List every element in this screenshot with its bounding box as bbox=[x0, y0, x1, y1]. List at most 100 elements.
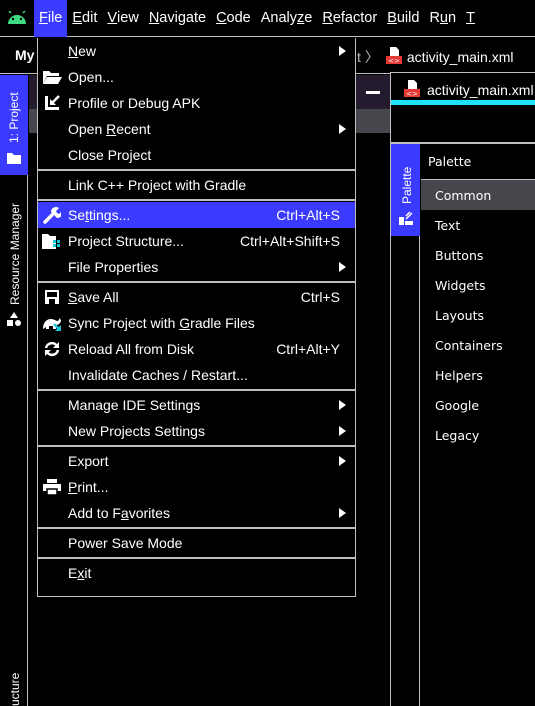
menu-item-shortcut: Ctrl+Alt+Y bbox=[276, 341, 340, 357]
menu-item-label: Add to Favorites bbox=[68, 505, 170, 521]
menu-edit[interactable]: Edit bbox=[67, 0, 102, 37]
palette-tool-strip: Palette bbox=[391, 144, 420, 706]
menu-item-label: Export bbox=[68, 453, 109, 469]
project-structure-icon bbox=[41, 231, 63, 251]
palette-title: Palette bbox=[421, 144, 535, 180]
minus-icon bbox=[366, 90, 380, 94]
menu-code[interactable]: Code bbox=[211, 0, 256, 37]
menu-item-label: Invalidate Caches / Restart... bbox=[68, 367, 248, 383]
menu-item-shortcut: Ctrl+Alt+S bbox=[276, 207, 340, 223]
menu-item-profile-or-debug-apk[interactable]: Profile or Debug APK bbox=[38, 90, 355, 116]
editor-tab-label: activity_main.xml bbox=[427, 81, 534, 98]
palette-category-layouts[interactable]: Layouts bbox=[421, 300, 535, 330]
menu-file[interactable]: File bbox=[34, 0, 68, 37]
palette-category-list: Common Text Buttons Widgets Layouts Container… bbox=[421, 180, 535, 450]
menu-run[interactable]: Run bbox=[424, 0, 461, 37]
menu-refactor[interactable]: Refactor bbox=[317, 0, 382, 37]
import-arrow-icon bbox=[41, 93, 63, 113]
submenu-arrow-icon bbox=[339, 508, 346, 518]
menu-item-label: Open Recent bbox=[68, 121, 151, 137]
menu-item-save-all[interactable]: Save All Ctrl+S bbox=[38, 284, 355, 310]
menu-analyze[interactable]: Analy z e bbox=[256, 0, 318, 37]
main-menubar: File Edit View Navigate Code Analy z e Refactor B… bbox=[0, 0, 535, 37]
menu-item-print[interactable]: Print... bbox=[38, 474, 355, 500]
menu-item-link-c-project-with-gradle[interactable]: Link C++ Project with Gradle bbox=[38, 172, 355, 198]
resource-manager-icon bbox=[6, 311, 22, 330]
menu-item-new[interactable]: New bbox=[38, 38, 355, 64]
project-tool-tab[interactable]: 1: Project bbox=[0, 75, 28, 175]
menu-item-exit[interactable]: Exit bbox=[38, 560, 355, 586]
menu-item-project-structure[interactable]: Project Structure... Ctrl+Alt+Shift+S bbox=[38, 228, 355, 254]
menu-item-label: Sync Project with Gradle Files bbox=[68, 315, 255, 331]
project-name[interactable]: My bbox=[15, 47, 34, 63]
submenu-arrow-icon bbox=[339, 262, 346, 272]
gradle-sync-icon bbox=[41, 313, 63, 333]
submenu-arrow-icon bbox=[339, 426, 346, 436]
palette-category-text[interactable]: Text bbox=[421, 210, 535, 240]
collapse-panel-button[interactable] bbox=[356, 75, 390, 109]
palette-category-buttons[interactable]: Buttons bbox=[421, 240, 535, 270]
menu-item-settings[interactable]: Settings... Ctrl+Alt+S bbox=[38, 202, 355, 228]
printer-icon bbox=[41, 477, 63, 497]
palette-icon bbox=[399, 211, 413, 228]
palette-tool-tab[interactable]: Palette bbox=[391, 144, 420, 236]
menu-item-new-projects-settings[interactable]: New Projects Settings bbox=[38, 418, 355, 444]
menu-view[interactable]: View bbox=[102, 0, 143, 37]
menu-item-file-properties[interactable]: File Properties bbox=[38, 254, 355, 280]
palette-category-google[interactable]: Google bbox=[421, 390, 535, 420]
structure-tab[interactable]: ucture bbox=[8, 673, 22, 706]
menu-build[interactable]: Build bbox=[382, 0, 424, 37]
menu-t[interactable]: T bbox=[461, 0, 480, 37]
palette-panel: Palette Common Text Buttons Widgets Layouts C… bbox=[421, 144, 535, 706]
active-tab-indicator bbox=[391, 100, 535, 105]
palette-category-common[interactable]: Common bbox=[421, 180, 535, 210]
menu-item-open[interactable]: Open... bbox=[38, 64, 355, 90]
menu-item-manage-ide-settings[interactable]: Manage IDE Settings bbox=[38, 392, 355, 418]
menu-item-label: Close Project bbox=[68, 147, 152, 163]
resource-manager-tab[interactable]: Resource Manager bbox=[8, 203, 22, 305]
menu-item-sync-project-with-gradle-files[interactable]: Sync Project with Gradle Files bbox=[38, 310, 355, 336]
menu-item-label: Exit bbox=[68, 565, 92, 581]
menu-item-open-recent[interactable]: Open Recent bbox=[38, 116, 355, 142]
menu-navigate[interactable]: Navigate bbox=[144, 0, 211, 37]
reload-icon bbox=[41, 339, 63, 359]
menu-item-label: Power Save Mode bbox=[68, 535, 183, 551]
menu-item-power-save-mode[interactable]: Power Save Mode bbox=[38, 530, 355, 556]
submenu-arrow-icon bbox=[339, 46, 346, 56]
menu-item-label: Profile or Debug APK bbox=[68, 95, 201, 111]
file-menu-dropdown: New Open... Profile or Debug APK Open Recen… bbox=[37, 38, 356, 597]
project-tree-row-fill bbox=[356, 109, 390, 133]
palette-category-helpers[interactable]: Helpers bbox=[421, 360, 535, 390]
palette-category-widgets[interactable]: Widgets bbox=[421, 270, 535, 300]
project-tool-label: 1: Project bbox=[7, 92, 21, 143]
breadcrumb-partial[interactable]: t bbox=[357, 49, 361, 65]
android-icon bbox=[0, 0, 34, 37]
breadcrumb-separator: 〉 bbox=[364, 48, 379, 65]
breadcrumb: t 〉 <> activity_main.xml bbox=[357, 46, 513, 67]
menu-item-label: Project Structure... bbox=[68, 233, 184, 249]
submenu-arrow-icon bbox=[339, 124, 346, 134]
menu-item-label: Open... bbox=[68, 69, 114, 85]
svg-text:<>: <> bbox=[388, 57, 400, 64]
breadcrumb-file[interactable]: activity_main.xml bbox=[407, 49, 514, 65]
svg-text:<>: <> bbox=[406, 90, 418, 97]
menu-item-invalidate-caches-restart[interactable]: Invalidate Caches / Restart... bbox=[38, 362, 355, 388]
menu-item-reload-all-from-disk[interactable]: Reload All from Disk Ctrl+Alt+Y bbox=[38, 336, 355, 362]
menu-item-shortcut: Ctrl+S bbox=[300, 289, 340, 305]
wrench-icon bbox=[41, 205, 63, 225]
menu-item-label: Manage IDE Settings bbox=[68, 397, 201, 413]
menu-item-add-to-favorites[interactable]: Add to Favorites bbox=[38, 500, 355, 526]
menu-item-close-project[interactable]: Close Project bbox=[38, 142, 355, 168]
submenu-arrow-icon bbox=[339, 456, 346, 466]
menu-item-label: Link C++ Project with Gradle bbox=[68, 177, 247, 193]
palette-category-containers[interactable]: Containers bbox=[421, 330, 535, 360]
xml-file-icon: <> bbox=[385, 46, 403, 67]
menu-item-export[interactable]: Export bbox=[38, 448, 355, 474]
menu-item-label: Save All bbox=[68, 289, 119, 305]
folder-open-icon bbox=[41, 67, 63, 87]
menu-item-shortcut: Ctrl+Alt+Shift+S bbox=[240, 233, 340, 249]
palette-tab-label: Palette bbox=[400, 166, 414, 204]
menu-item-label: Reload All from Disk bbox=[68, 341, 195, 357]
menu-item-label: Print... bbox=[68, 479, 109, 495]
palette-category-legacy[interactable]: Legacy bbox=[421, 420, 535, 450]
